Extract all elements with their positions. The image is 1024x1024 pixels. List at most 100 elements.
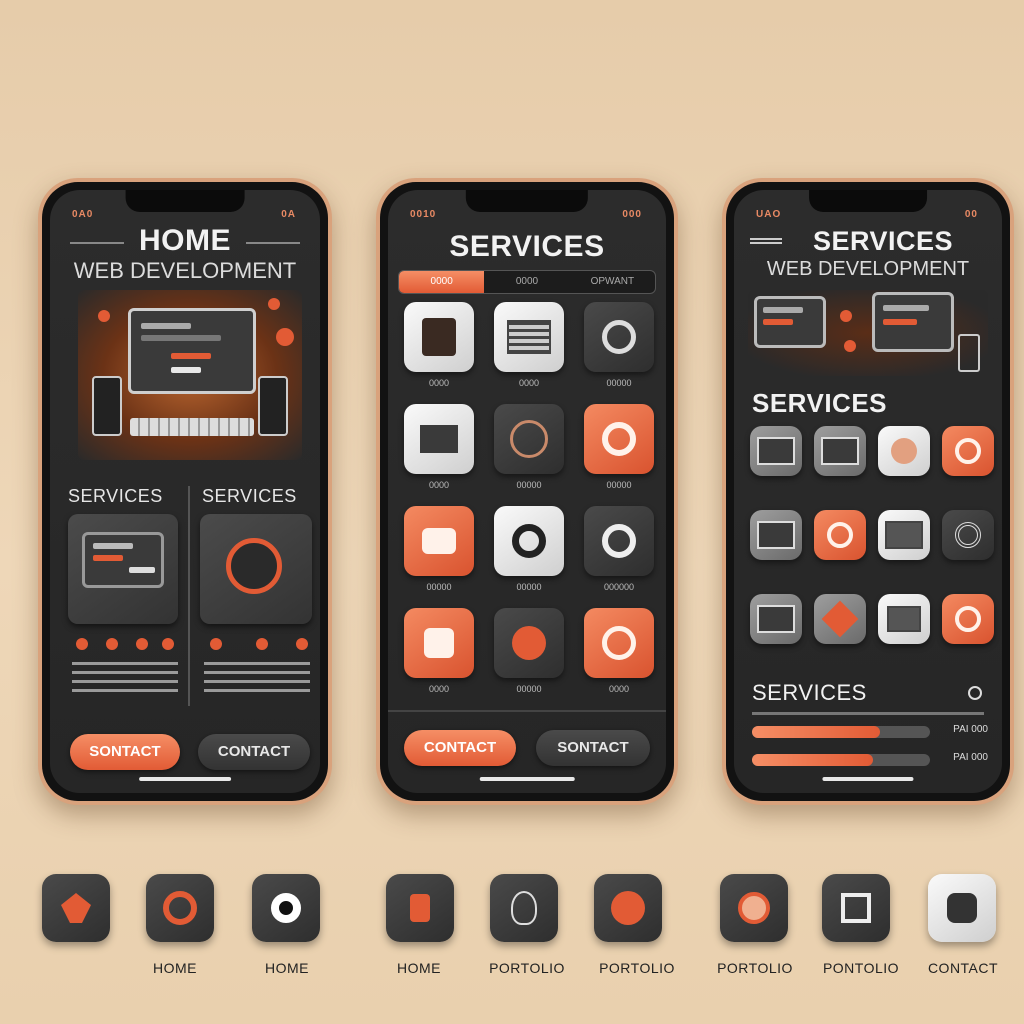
slider-2-label: PAI 000 <box>953 752 988 763</box>
services-detail-screen: UAO 00 SERVICES WEB DEVELOPMENT SERVICES… <box>734 190 1002 793</box>
target-icon[interactable] <box>942 594 994 644</box>
target-icon[interactable] <box>584 608 654 678</box>
decor-dot <box>210 638 222 650</box>
slider-2-fill <box>752 754 874 766</box>
home-indicator[interactable] <box>139 777 231 781</box>
progress-slider-1[interactable] <box>752 726 930 738</box>
decor-dot <box>162 638 174 650</box>
decor-dot <box>98 310 110 322</box>
compass-icon[interactable] <box>494 404 564 474</box>
divider <box>752 712 984 715</box>
placeholder-text <box>204 662 310 692</box>
services-bottom-heading: SERVICES <box>752 680 867 705</box>
tab-3[interactable]: OPWANT <box>570 271 655 293</box>
tab-bar: 0000 0000 OPWANT <box>398 270 656 294</box>
dock-label-home: HOME <box>265 960 309 976</box>
decor-dot <box>106 638 118 650</box>
decor-dot <box>840 310 852 322</box>
browser-icon[interactable] <box>750 594 802 644</box>
divider <box>70 242 124 244</box>
dock-label-portfolio: PORTOLIO <box>599 960 675 976</box>
divider <box>388 710 666 712</box>
dock-badge-icon[interactable] <box>386 874 454 942</box>
phone-services-detail: UAO 00 SERVICES WEB DEVELOPMENT SERVICES… <box>722 178 1014 805</box>
info-icon[interactable] <box>968 686 982 700</box>
home-indicator[interactable] <box>822 777 914 781</box>
settings-icon[interactable] <box>584 404 654 474</box>
icon-caption: 0000 <box>518 378 540 388</box>
decor-dot <box>844 340 856 352</box>
keyboard-illustration <box>130 418 254 436</box>
decor-dot <box>136 638 148 650</box>
gear-icon[interactable] <box>584 302 654 372</box>
contact-secondary-button[interactable]: CONTACT <box>198 734 310 770</box>
speaker-left <box>92 376 122 436</box>
dock-seal-icon[interactable] <box>594 874 662 942</box>
decor-dot <box>256 638 268 650</box>
tab-1[interactable]: 0000 <box>399 271 485 293</box>
services-label-right: SERVICES <box>202 486 297 506</box>
status-bar-left: UAO <box>756 209 782 220</box>
portrait-icon[interactable] <box>404 302 474 372</box>
contact-primary-button[interactable]: CONTACT <box>404 730 516 766</box>
dock-flower-icon[interactable] <box>720 874 788 942</box>
cog-icon[interactable] <box>494 506 564 576</box>
divider <box>246 242 300 244</box>
dock-puzzle-icon[interactable] <box>822 874 890 942</box>
target-icon[interactable] <box>942 426 994 476</box>
browser-icon[interactable] <box>878 510 930 560</box>
service-card-design[interactable] <box>200 514 312 624</box>
tab-2[interactable]: 0000 <box>484 271 569 293</box>
home-screen: 0A0 0A HOME WEB DEVELOPMENT SERVICES SER… <box>50 190 320 793</box>
speaker-right <box>258 376 288 436</box>
contact-primary-button[interactable]: SONTACT <box>70 734 180 770</box>
contact-secondary-button[interactable]: SONTACT <box>536 730 650 766</box>
dock-contact-icon[interactable] <box>928 874 996 942</box>
icon-caption: 0000 <box>428 480 450 490</box>
video-icon[interactable] <box>404 404 474 474</box>
dock-gear-icon[interactable] <box>146 874 214 942</box>
decor-dot <box>296 638 308 650</box>
dock-tools-icon[interactable] <box>42 874 110 942</box>
gear-icon[interactable] <box>584 506 654 576</box>
decor-dot <box>268 298 280 310</box>
home-indicator[interactable] <box>479 777 575 781</box>
tools-icon[interactable] <box>814 594 866 644</box>
dock-target-icon[interactable] <box>252 874 320 942</box>
badge-icon[interactable] <box>814 510 866 560</box>
page-title: HOME <box>139 224 231 257</box>
icon-caption: 00000 <box>516 684 542 694</box>
image-icon[interactable] <box>878 594 930 644</box>
status-bar-left: 0A0 <box>72 209 94 220</box>
progress-slider-2[interactable] <box>752 754 930 766</box>
status-bar-right: 000 <box>622 209 642 220</box>
icon-caption: 0000 <box>428 378 450 388</box>
spiral-icon[interactable] <box>942 510 994 560</box>
document-icon[interactable] <box>494 302 564 372</box>
dock-balloon-icon[interactable] <box>490 874 558 942</box>
icon-caption: 00000 <box>516 480 542 490</box>
status-bar-left: 0010 <box>410 209 437 220</box>
browser-icon[interactable] <box>750 510 802 560</box>
dock-label-home: HOME <box>153 960 197 976</box>
notch <box>809 190 927 212</box>
badge-icon[interactable] <box>494 608 564 678</box>
puzzle-icon[interactable] <box>404 608 474 678</box>
service-card-web[interactable] <box>68 514 178 624</box>
design-icon[interactable] <box>878 426 930 476</box>
page-subtitle: WEB DEVELOPMENT <box>766 258 970 280</box>
dock-label-home: HOME <box>397 960 441 976</box>
browser-icon[interactable] <box>814 426 866 476</box>
decor-dot <box>76 638 88 650</box>
icon-caption: 00000 <box>606 480 632 490</box>
status-bar-right: 00 <box>964 209 978 220</box>
slider-1-label: PAI 000 <box>953 724 988 735</box>
status-bar-right: 0A <box>281 209 296 220</box>
services-label-left: SERVICES <box>68 486 163 506</box>
browser-icon[interactable] <box>750 426 802 476</box>
chat-icon[interactable] <box>404 506 474 576</box>
phone-illustration <box>958 334 980 372</box>
dock-label-portfolio: PONTOLIO <box>822 960 900 976</box>
phone-services: 0010 000 SERVICES 0000 0000 OPWANT 0000 … <box>376 178 678 805</box>
notch <box>465 190 589 212</box>
